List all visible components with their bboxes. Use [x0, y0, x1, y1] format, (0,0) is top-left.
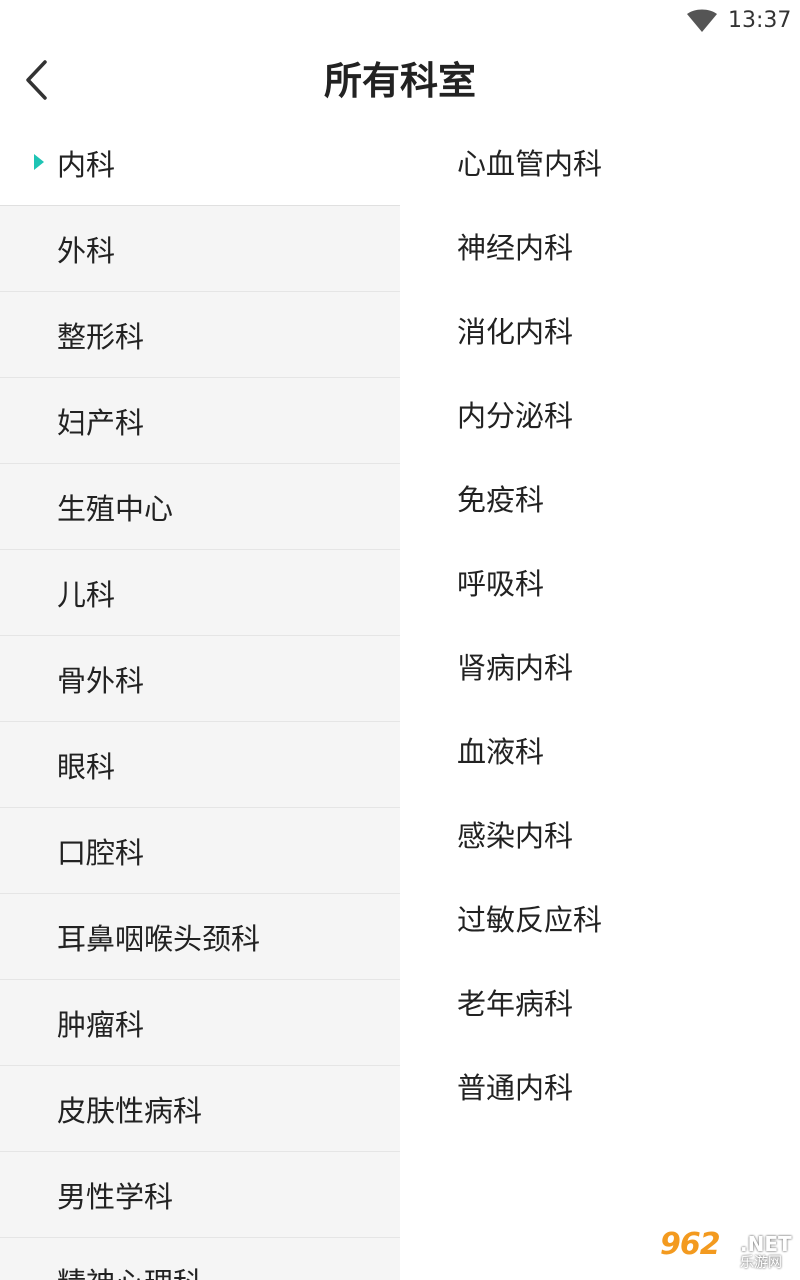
category-item-psychiatry[interactable]: 精神心理科	[0, 1238, 400, 1280]
sub-department-item[interactable]: 神经内科	[400, 204, 800, 288]
sub-department-item[interactable]: 普通内科	[400, 1044, 800, 1128]
category-item-pediatrics[interactable]: 儿科	[0, 550, 400, 636]
category-item-internal-medicine[interactable]: 内科	[0, 120, 400, 206]
category-item-plastic-surgery[interactable]: 整形科	[0, 292, 400, 378]
sub-department-item[interactable]: 血液科	[400, 708, 800, 792]
watermark-logo: 962 .NET 乐游网	[660, 1228, 794, 1276]
category-label: 儿科	[57, 577, 116, 612]
category-item-stomatology[interactable]: 口腔科	[0, 808, 400, 894]
category-label: 皮肤性病科	[57, 1093, 203, 1128]
sub-department-item[interactable]: 心血管内科	[400, 120, 800, 204]
category-item-ent[interactable]: 耳鼻咽喉头颈科	[0, 894, 400, 980]
category-item-dermatology[interactable]: 皮肤性病科	[0, 1066, 400, 1152]
category-label: 妇产科	[57, 405, 145, 440]
category-item-surgery[interactable]: 外科	[0, 206, 400, 292]
category-item-oncology[interactable]: 肿瘤科	[0, 980, 400, 1066]
wifi-icon	[686, 9, 718, 33]
category-label: 精神心理科	[57, 1260, 202, 1280]
category-label: 眼科	[57, 749, 116, 784]
selected-indicator-icon	[34, 154, 44, 170]
category-label: 整形科	[57, 319, 145, 354]
sub-department-item[interactable]: 过敏反应科	[400, 876, 800, 960]
sub-department-item[interactable]: 免疫科	[400, 456, 800, 540]
status-time: 13:37	[728, 8, 792, 33]
watermark-suffix: .NET	[740, 1232, 792, 1256]
page-title: 所有科室	[323, 59, 476, 103]
category-label: 内科	[57, 147, 116, 182]
category-item-orthopedics[interactable]: 骨外科	[0, 636, 400, 722]
watermark-sub: 乐游网	[740, 1255, 782, 1271]
category-label: 男性学科	[57, 1179, 174, 1214]
category-label: 骨外科	[57, 663, 145, 698]
category-item-ophthalmology[interactable]: 眼科	[0, 722, 400, 808]
category-item-reproductive-center[interactable]: 生殖中心	[0, 464, 400, 550]
sub-department-item[interactable]: 消化内科	[400, 288, 800, 372]
category-item-andrology[interactable]: 男性学科	[0, 1152, 400, 1238]
category-label: 肿瘤科	[57, 1007, 145, 1042]
category-label: 耳鼻咽喉头颈科	[57, 921, 261, 956]
category-label: 口腔科	[57, 835, 145, 870]
app-header: 所有科室	[0, 40, 800, 124]
sub-department-item[interactable]: 老年病科	[400, 960, 800, 1044]
sub-department-item[interactable]: 肾病内科	[400, 624, 800, 708]
category-label: 生殖中心	[57, 491, 174, 526]
back-button[interactable]	[4, 48, 68, 112]
watermark-brand: 962	[660, 1227, 721, 1262]
sub-department-item[interactable]: 感染内科	[400, 792, 800, 876]
category-label: 外科	[57, 233, 116, 268]
sub-department-list: 心血管内科 神经内科 消化内科 内分泌科 免疫科 呼吸科 肾病内科 血液科 感染…	[400, 120, 800, 1280]
status-bar: 13:37	[0, 0, 800, 40]
sub-department-item[interactable]: 呼吸科	[400, 540, 800, 624]
sub-department-item[interactable]: 内分泌科	[400, 372, 800, 456]
category-item-obstetrics-gynecology[interactable]: 妇产科	[0, 378, 400, 464]
department-category-list: 内科 外科 整形科 妇产科 生殖中心 儿科 骨外科 眼科 口腔科 耳鼻咽喉头颈科…	[0, 120, 400, 1280]
chevron-left-icon	[26, 60, 47, 100]
